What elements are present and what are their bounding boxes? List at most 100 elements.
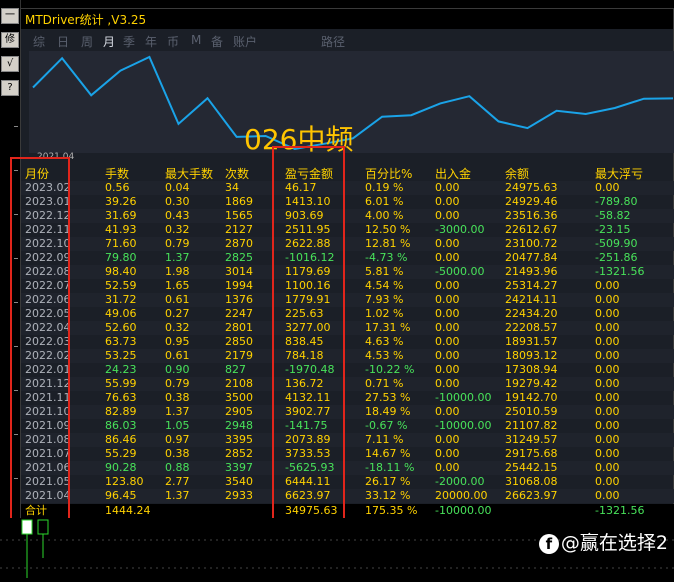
cell-max-drawdown: 0.00: [595, 349, 620, 362]
cell-max-lots: 0.38: [165, 447, 190, 460]
tab-month[interactable]: 月: [103, 33, 115, 50]
help-button[interactable]: ?: [1, 80, 19, 96]
watermark: f @赢在选择2: [538, 528, 668, 555]
cell-max-drawdown: 0.00: [595, 475, 620, 488]
check-button[interactable]: √: [1, 56, 19, 72]
table-row: 2022.08 98.40 1.98 3014 1179.69 5.81 % -5000.0…: [21, 265, 674, 279]
cell-count: 1869: [225, 195, 253, 208]
cell-lots: 86.03: [105, 419, 137, 432]
cell-lots: 123.80: [105, 475, 144, 488]
cell-max-drawdown: -509.90: [595, 237, 638, 250]
table-row: 2022.11 41.93 0.32 2127 2511.95 12.50 % -3000.…: [21, 223, 674, 237]
cell-balance: 22434.20: [505, 307, 558, 320]
cell-count: 1565: [225, 209, 253, 222]
cell-lots: 71.60: [105, 237, 137, 250]
cell-max-lots: 0.97: [165, 433, 190, 446]
table-row: 2022.02 53.25 0.61 2179 784.18 4.53 % 0.00 1809…: [21, 349, 674, 363]
tab-day[interactable]: 日: [57, 33, 69, 50]
cell-balance: 25314.27: [505, 279, 558, 292]
cell-percent: 4.63 %: [365, 335, 404, 348]
cell-balance: 23516.36: [505, 209, 558, 222]
cell-percent: 4.00 %: [365, 209, 404, 222]
cell-max-lots: 1.65: [165, 279, 190, 292]
table-row: 2021.07 55.29 0.38 2852 3733.53 14.67 % 0.00 29…: [21, 447, 674, 461]
cell-lots: 53.25: [105, 349, 137, 362]
cell-percent: 26.17 %: [365, 475, 411, 488]
cell-count: 2127: [225, 223, 253, 236]
cell-balance: 29175.68: [505, 447, 558, 460]
tab-quarter[interactable]: 季: [123, 33, 135, 50]
highlight-box-pnl: [272, 146, 345, 531]
cell-balance: 31249.57: [505, 433, 558, 446]
cell-count: 3014: [225, 265, 253, 278]
cell-deposit: 0.00: [435, 349, 460, 362]
cell-deposit: -2000.00: [435, 475, 485, 488]
cell-max-drawdown: 0.00: [595, 377, 620, 390]
table-row: 2021.08 86.46 0.97 3395 2073.89 7.11 % 0.00 312…: [21, 433, 674, 447]
total-max-drawdown: -1321.56: [595, 504, 645, 517]
tab-account[interactable]: 账户: [233, 33, 257, 50]
cell-count: 3397: [225, 461, 253, 474]
title-bar: MTDriver统计 ,V3.25: [21, 9, 673, 29]
tab-notes[interactable]: 备: [211, 33, 223, 50]
cell-lots: 82.89: [105, 405, 137, 418]
cell-max-lots: 0.61: [165, 293, 190, 306]
cell-max-drawdown: 0.00: [595, 489, 620, 502]
cell-percent: 18.49 %: [365, 405, 411, 418]
cell-percent: 7.93 %: [365, 293, 404, 306]
cell-deposit: -10000.00: [435, 419, 492, 432]
table-row: 2023.02 0.56 0.04 34 46.17 0.19 % 0.00 24975.63…: [21, 181, 674, 195]
cell-max-drawdown: -23.15: [595, 223, 631, 236]
header-deposit: 出入金: [435, 167, 472, 181]
cell-percent: -0.67 %: [365, 419, 408, 432]
cell-max-drawdown: 0.00: [595, 391, 620, 404]
cell-max-drawdown: 0.00: [595, 433, 620, 446]
cell-percent: 7.11 %: [365, 433, 404, 446]
tab-week[interactable]: 周: [81, 33, 93, 50]
total-lots: 1444.24: [105, 504, 151, 517]
header-balance: 余额: [505, 167, 530, 181]
table-row: 2021.06 90.28 0.88 3397 -5625.93 -18.11 % 0.00…: [21, 461, 674, 475]
cell-balance: 18931.57: [505, 335, 558, 348]
cell-max-drawdown: -789.80: [595, 195, 638, 208]
cell-balance: 24214.11: [505, 293, 558, 306]
cell-lots: 96.45: [105, 489, 137, 502]
cell-percent: 0.19 %: [365, 181, 404, 194]
cell-percent: 17.31 %: [365, 321, 411, 334]
minimize-button[interactable]: 一: [1, 8, 19, 24]
cell-max-lots: 0.90: [165, 363, 190, 376]
cell-balance: 22208.57: [505, 321, 558, 334]
cell-max-drawdown: 0.00: [595, 363, 620, 376]
cell-count: 2850: [225, 335, 253, 348]
cell-lots: 63.73: [105, 335, 137, 348]
tab-year[interactable]: 年: [145, 33, 157, 50]
cell-deposit: 0.00: [435, 377, 460, 390]
cell-max-drawdown: -251.86: [595, 251, 638, 264]
cell-max-drawdown: 0.00: [595, 419, 620, 432]
cell-lots: 24.23: [105, 363, 137, 376]
tab-path[interactable]: 路径: [321, 33, 345, 50]
cell-deposit: 0.00: [435, 461, 460, 474]
cell-lots: 49.06: [105, 307, 137, 320]
table-row: 2021.05 123.80 2.77 3540 6444.11 26.17 % -2000…: [21, 475, 674, 489]
cell-balance: 31068.08: [505, 475, 558, 488]
cell-max-drawdown: 0.00: [595, 307, 620, 320]
table-row: 2022.12 31.69 0.43 1565 903.69 4.00 % 0.00 2351…: [21, 209, 674, 223]
cell-deposit: 0.00: [435, 335, 460, 348]
cell-balance: 25442.15: [505, 461, 558, 474]
cell-percent: 12.81 %: [365, 237, 411, 250]
tab-m[interactable]: M: [191, 33, 201, 47]
table-row: 2021.10 82.89 1.37 2905 3902.77 18.49 % 0.00 25…: [21, 405, 674, 419]
table-row: 2021.11 76.63 0.38 3500 4132.11 27.53 % -10000…: [21, 391, 674, 405]
cell-max-lots: 0.79: [165, 237, 190, 250]
cell-count: 2905: [225, 405, 253, 418]
cell-lots: 79.80: [105, 251, 137, 264]
cell-deposit: 20000.00: [435, 489, 488, 502]
table-header: 月份 手数 最大手数 次数 盈亏金额 百分比% 出入金 余额 最大浮亏: [21, 167, 674, 181]
tab-overview[interactable]: 综: [33, 33, 45, 50]
cell-count: 827: [225, 363, 246, 376]
cell-max-drawdown: 0.00: [595, 405, 620, 418]
tab-currency[interactable]: 币: [167, 33, 179, 50]
edit-button[interactable]: 修: [1, 32, 19, 48]
cell-max-drawdown: 0.00: [595, 279, 620, 292]
